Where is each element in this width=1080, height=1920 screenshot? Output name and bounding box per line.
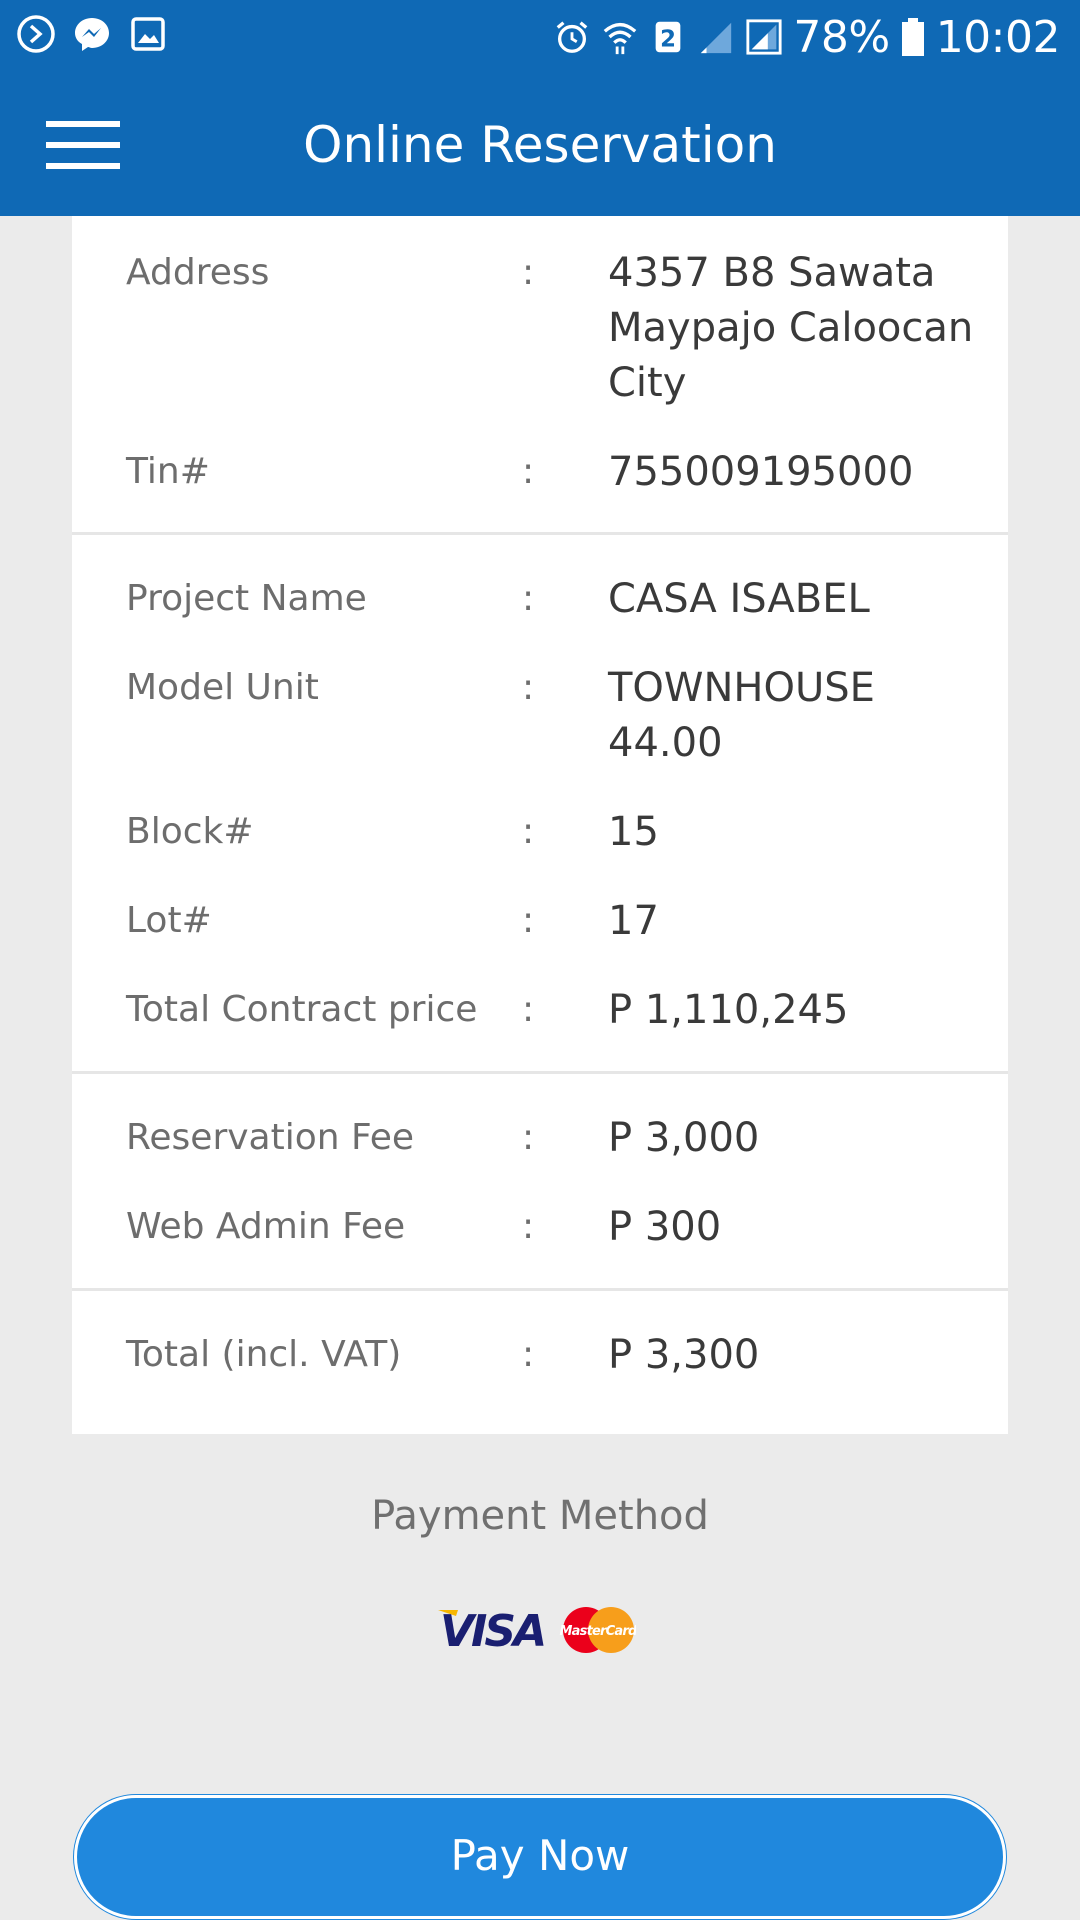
- app-bar: Online Reservation: [0, 74, 1080, 216]
- colon: :: [522, 252, 535, 293]
- project-name-label: Project Name: [126, 578, 367, 619]
- model-unit-value: TOWNHOUSE 44.00: [608, 665, 875, 766]
- visa-mastercard-logo: VISA MasterCard: [438, 1606, 636, 1656]
- total-value: P 3,300: [608, 1332, 760, 1378]
- tin-label: Tin#: [126, 451, 210, 492]
- sim-slot-text: 2: [660, 27, 676, 53]
- payment-method-title: Payment Method: [371, 1493, 709, 1539]
- alarm-icon: [557, 21, 588, 53]
- lot-value: 17: [608, 898, 659, 944]
- gallery-icon: [131, 17, 165, 51]
- messenger-icon: [75, 18, 109, 51]
- section-divider: [72, 1071, 1008, 1074]
- signal-icon: [746, 19, 782, 55]
- clock: 10:02: [935, 11, 1061, 63]
- colon: :: [522, 900, 535, 941]
- tin-value: 755009195000: [608, 449, 914, 495]
- sim-icon: 2: [656, 21, 681, 53]
- colon: :: [522, 578, 535, 619]
- signal-icon: [701, 22, 732, 54]
- status-bar: 2 78% 10:02: [0, 0, 1080, 74]
- address-value: 4357 B8 Sawata Maypajo Caloocan City: [608, 250, 974, 406]
- project-name-value: CASA ISABEL: [608, 576, 870, 622]
- visa-text: VISA: [440, 1606, 544, 1656]
- total-contract-price-value: P 1,110,245: [608, 987, 849, 1033]
- battery-percent: 78%: [793, 11, 890, 63]
- colon: :: [522, 1117, 535, 1158]
- reservation-fee-label: Reservation Fee: [126, 1117, 415, 1158]
- block-label: Block#: [126, 811, 254, 852]
- colon: :: [522, 1334, 535, 1375]
- wifi-icon: [604, 22, 637, 55]
- battery-icon: [901, 18, 924, 56]
- total-contract-price-label: Total Contract price: [126, 989, 478, 1030]
- pay-now-button[interactable]: Pay Now: [74, 1795, 1006, 1919]
- colon: :: [522, 1206, 535, 1247]
- web-admin-fee-value: P 300: [608, 1204, 722, 1250]
- colon: :: [522, 451, 535, 492]
- total-label: Total (incl. VAT): [126, 1334, 402, 1375]
- colon: :: [522, 811, 535, 852]
- section-divider: [72, 532, 1008, 535]
- section-divider: [72, 1288, 1008, 1291]
- colon: :: [522, 989, 535, 1030]
- colon: :: [522, 667, 535, 708]
- lot-label: Lot#: [126, 900, 212, 941]
- block-value: 15: [608, 809, 659, 855]
- sync-icon: [17, 15, 55, 53]
- web-admin-fee-label: Web Admin Fee: [126, 1206, 406, 1247]
- notification-icons: [16, 14, 168, 54]
- model-unit-label: Model Unit: [126, 667, 319, 708]
- system-status: 2 78% 10:02: [553, 8, 1061, 66]
- address-label: Address: [126, 252, 270, 293]
- mastercard-text: MasterCard: [560, 1624, 636, 1639]
- page-title: Online Reservation: [303, 116, 777, 174]
- reservation-fee-value: P 3,000: [608, 1115, 760, 1161]
